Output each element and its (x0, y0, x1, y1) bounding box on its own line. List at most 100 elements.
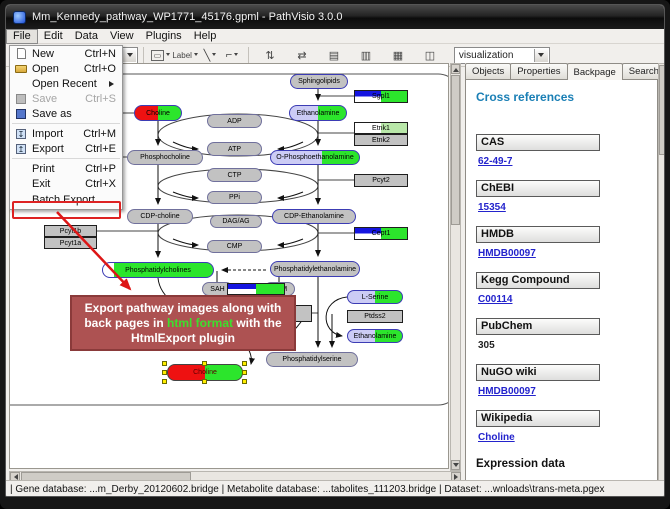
label-tool-button[interactable]: Label (172, 46, 198, 64)
datanode-tool-button[interactable]: ▭ (150, 46, 170, 64)
selected-node-group[interactable]: Choline (162, 361, 248, 384)
tab-backpage[interactable]: Backpage (567, 63, 623, 80)
align-vertical-button[interactable]: ⇄ (292, 46, 312, 64)
xref-link-nugo[interactable]: HMDB00097 (478, 386, 536, 397)
vertical-scroll-thumb[interactable] (451, 75, 460, 225)
save-as-disk-icon (10, 109, 32, 119)
xref-link-hmdb[interactable]: HMDB00097 (478, 248, 536, 259)
gene-node-sgpl1[interactable]: Sgpl1 (354, 90, 408, 103)
file-menu-item-new[interactable]: New Ctrl+N (10, 46, 122, 61)
node-atp[interactable]: ATP (207, 142, 262, 156)
node-sphingolipids[interactable]: Sphingolipids (290, 74, 348, 89)
selection-handle[interactable] (242, 379, 247, 384)
canvas-vertical-scrollbar[interactable] (450, 63, 461, 471)
gene-node-cept1[interactable]: Cept1 (354, 227, 408, 240)
selection-handle[interactable] (202, 361, 207, 366)
selection-handle[interactable] (162, 361, 167, 366)
visualization-combobox[interactable]: visualization (454, 47, 550, 64)
common-height-button[interactable]: ◫ (420, 46, 440, 64)
selection-handle[interactable] (162, 370, 167, 375)
file-menu-item-export[interactable]: ↥ Export Ctrl+E (10, 141, 122, 156)
import-icon: ↧ (10, 129, 32, 139)
node-cmp[interactable]: CMP (207, 240, 262, 253)
xref-value-pubchem: 305 (478, 340, 495, 351)
xref-source-wikipedia: Wikipedia (476, 410, 600, 427)
app-window: Mm_Kennedy_pathway_WP1771_45176.gpml - P… (5, 4, 665, 497)
node-ethanolamine-2[interactable]: Ethanolamine (347, 329, 403, 343)
xref-link-kegg[interactable]: C00114 (478, 294, 512, 305)
gene-node-pcyt1a[interactable]: Pcyt1a (44, 237, 97, 249)
visualization-value: visualization (459, 50, 513, 61)
toolbar-separator (248, 47, 249, 63)
xref-source-hmdb: HMDB (476, 226, 600, 243)
file-menu-item-print[interactable]: Print Ctrl+P (10, 161, 122, 176)
title-bar[interactable]: Mm_Kennedy_pathway_WP1771_45176.gpml - P… (6, 5, 665, 29)
side-panel: Objects Properties Backpage Search Legen… (465, 63, 658, 481)
menu-edit[interactable]: Edit (38, 29, 69, 44)
xref-link-chebi[interactable]: 15354 (478, 202, 506, 213)
node-ethanolamine[interactable]: Ethanolamine (289, 105, 347, 121)
scroll-down-icon[interactable] (451, 460, 460, 470)
file-menu-item-save-as[interactable]: Save as (10, 106, 122, 121)
menu-view[interactable]: View (104, 29, 140, 44)
menu-separator (12, 123, 120, 124)
node-cdp-ethanolamine[interactable]: CDP-Ethanolamine (272, 209, 356, 224)
file-menu-item-open-recent[interactable]: Open Recent (10, 76, 122, 91)
selection-handle[interactable] (162, 379, 167, 384)
selection-handle[interactable] (242, 361, 247, 366)
app-icon (13, 11, 26, 24)
node-phosphatidylethanolamine[interactable]: Phosphatidylethanolamine (270, 261, 360, 277)
menu-data[interactable]: Data (69, 29, 104, 44)
stack-vertical-button[interactable]: ▤ (324, 46, 344, 64)
node-phosphatidylcholines[interactable]: Phosphatidylcholines (102, 262, 214, 278)
node-l-serine[interactable]: L-Serine (347, 290, 403, 304)
node-dag[interactable]: DAG/AG (210, 215, 262, 228)
node-ppi[interactable]: PPi (207, 191, 262, 204)
gene-node-ptdss2[interactable]: Ptdss2 (347, 310, 403, 323)
connector-tool-button[interactable]: ⌐ (222, 46, 242, 64)
menu-separator (12, 158, 120, 159)
scroll-up-icon[interactable] (451, 64, 460, 74)
tab-properties[interactable]: Properties (510, 63, 567, 80)
side-panel-scrollbar[interactable] (658, 63, 665, 481)
menu-help[interactable]: Help (188, 29, 223, 44)
tab-objects[interactable]: Objects (465, 63, 511, 80)
side-panel-scroll-thumb[interactable] (659, 65, 665, 155)
gene-node-pcyt2[interactable]: Pcyt2 (354, 174, 408, 187)
cross-references-heading: Cross references (476, 90, 657, 104)
new-file-icon (10, 48, 32, 59)
node-o-phosphoethanolamine[interactable]: O-Phosphoethanolamine (270, 150, 360, 165)
menu-plugins[interactable]: Plugins (140, 29, 188, 44)
gene-node-pcyt1b[interactable]: Pcyt1b (44, 225, 97, 237)
gene-node-partially-hidden[interactable] (227, 283, 285, 295)
line-tool-button[interactable]: ╲ (200, 46, 220, 64)
zoom-dropdown-icon[interactable] (122, 49, 136, 62)
align-horizontal-button[interactable]: ⇅ (260, 46, 280, 64)
stack-horizontal-button[interactable]: ▥ (356, 46, 376, 64)
status-text: | Gene database: ...m_Derby_20120602.bri… (10, 484, 604, 495)
export-icon: ↥ (10, 144, 32, 154)
xref-source-nugo: NuGO wiki (476, 364, 600, 381)
xref-link-wikipedia[interactable]: Choline (478, 432, 515, 443)
file-menu-item-open[interactable]: Open Ctrl+O (10, 61, 122, 76)
menu-file[interactable]: File (6, 29, 38, 44)
status-bar: | Gene database: ...m_Derby_20120602.bri… (6, 480, 665, 497)
node-cdp-choline[interactable]: CDP-choline (127, 209, 193, 224)
common-width-button[interactable]: ▦ (388, 46, 408, 64)
node-ctp[interactable]: CTP (207, 168, 262, 182)
node-choline[interactable]: Choline (134, 105, 182, 121)
open-folder-icon (10, 65, 32, 73)
gene-node-etnk2[interactable]: Etnk2 (354, 134, 408, 146)
selection-handle[interactable] (242, 370, 247, 375)
submenu-arrow-icon (109, 81, 122, 87)
visualization-dropdown-icon[interactable] (534, 49, 548, 62)
selection-handle[interactable] (202, 379, 207, 384)
file-menu-item-import[interactable]: ↧ Import Ctrl+M (10, 126, 122, 141)
node-adp[interactable]: ADP (207, 114, 262, 128)
node-phosphatidylserine[interactable]: Phosphatidylserine (266, 352, 358, 367)
side-panel-tabs: Objects Properties Backpage Search Legen… (465, 63, 665, 80)
gene-node-etnk1[interactable]: Etnk1 (354, 122, 408, 134)
node-phosphocholine[interactable]: Phosphocholine (127, 150, 203, 165)
xref-link-cas[interactable]: 62-49-7 (478, 156, 512, 167)
file-menu-item-exit[interactable]: Exit Ctrl+X (10, 176, 122, 191)
